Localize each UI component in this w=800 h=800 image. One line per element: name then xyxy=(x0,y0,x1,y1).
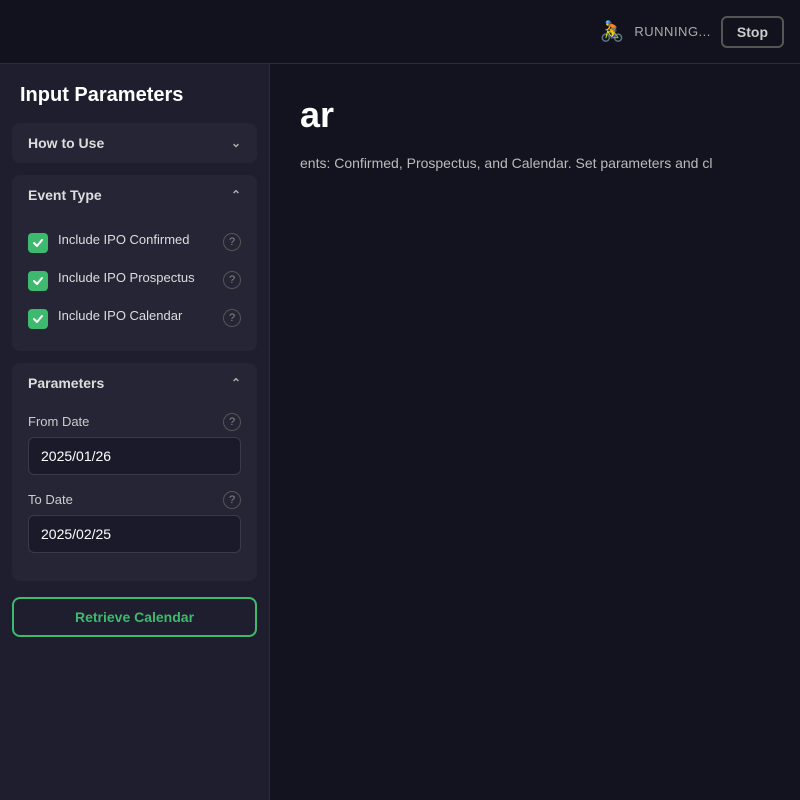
content-area: ar ents: Confirmed, Prospectus, and Cale… xyxy=(270,64,800,800)
ipo-confirmed-item: Include IPO Confirmed ? xyxy=(28,223,241,261)
stop-button[interactable]: Stop xyxy=(721,16,784,48)
ipo-prospectus-label: Include IPO Prospectus xyxy=(58,269,213,287)
event-type-body: Include IPO Confirmed ? Include IPO Pros… xyxy=(12,215,257,351)
how-to-use-chevron: ⌄ xyxy=(231,136,241,150)
ipo-prospectus-help[interactable]: ? xyxy=(223,271,241,289)
parameters-body: From Date ? To Date ? xyxy=(12,403,257,581)
event-type-label: Event Type xyxy=(28,187,102,203)
ipo-calendar-label: Include IPO Calendar xyxy=(58,307,213,325)
content-inner: ar ents: Confirmed, Prospectus, and Cale… xyxy=(270,64,800,204)
parameters-section: Parameters ⌃ From Date ? To Date ? xyxy=(12,363,257,581)
content-title: ar xyxy=(300,94,770,136)
from-date-help[interactable]: ? xyxy=(223,413,241,431)
how-to-use-section: How to Use ⌄ xyxy=(12,123,257,163)
event-type-section: Event Type ⌃ Include IPO Confirmed ? xyxy=(12,175,257,351)
parameters-label: Parameters xyxy=(28,375,104,391)
ipo-calendar-checkbox-wrapper xyxy=(28,309,48,329)
parameters-chevron: ⌃ xyxy=(231,376,241,390)
main-layout: Input Parameters How to Use ⌄ Event Type… xyxy=(0,64,800,800)
ipo-confirmed-checkbox-wrapper xyxy=(28,233,48,253)
to-date-label: To Date xyxy=(28,492,73,507)
sidebar-title: Input Parameters xyxy=(0,64,269,123)
to-date-input[interactable] xyxy=(28,515,241,553)
from-date-label: From Date xyxy=(28,414,89,429)
content-description: ents: Confirmed, Prospectus, and Calenda… xyxy=(300,152,770,174)
how-to-use-header[interactable]: How to Use ⌄ xyxy=(12,123,257,163)
ipo-confirmed-help[interactable]: ? xyxy=(223,233,241,251)
ipo-calendar-checkbox[interactable] xyxy=(28,309,48,329)
sidebar: Input Parameters How to Use ⌄ Event Type… xyxy=(0,64,270,800)
to-date-help[interactable]: ? xyxy=(223,491,241,509)
to-date-group: To Date ? xyxy=(28,489,241,553)
from-date-group: From Date ? xyxy=(28,411,241,475)
ipo-prospectus-item: Include IPO Prospectus ? xyxy=(28,261,241,299)
to-date-label-row: To Date ? xyxy=(28,489,241,509)
event-type-chevron: ⌃ xyxy=(231,188,241,202)
ipo-prospectus-checkbox[interactable] xyxy=(28,271,48,291)
running-status: RUNNING... xyxy=(634,24,711,39)
ipo-calendar-item: Include IPO Calendar ? xyxy=(28,299,241,337)
running-icon: 🚴 xyxy=(599,19,624,44)
header: 🚴 RUNNING... Stop xyxy=(0,0,800,64)
ipo-confirmed-label: Include IPO Confirmed xyxy=(58,231,213,249)
ipo-confirmed-checkbox[interactable] xyxy=(28,233,48,253)
from-date-label-row: From Date ? xyxy=(28,411,241,431)
retrieve-calendar-button[interactable]: Retrieve Calendar xyxy=(12,597,257,637)
event-type-header[interactable]: Event Type ⌃ xyxy=(12,175,257,215)
how-to-use-label: How to Use xyxy=(28,135,104,151)
from-date-input[interactable] xyxy=(28,437,241,475)
status-bar: 🚴 RUNNING... Stop xyxy=(599,16,784,48)
ipo-calendar-help[interactable]: ? xyxy=(223,309,241,327)
parameters-header[interactable]: Parameters ⌃ xyxy=(12,363,257,403)
ipo-prospectus-checkbox-wrapper xyxy=(28,271,48,291)
